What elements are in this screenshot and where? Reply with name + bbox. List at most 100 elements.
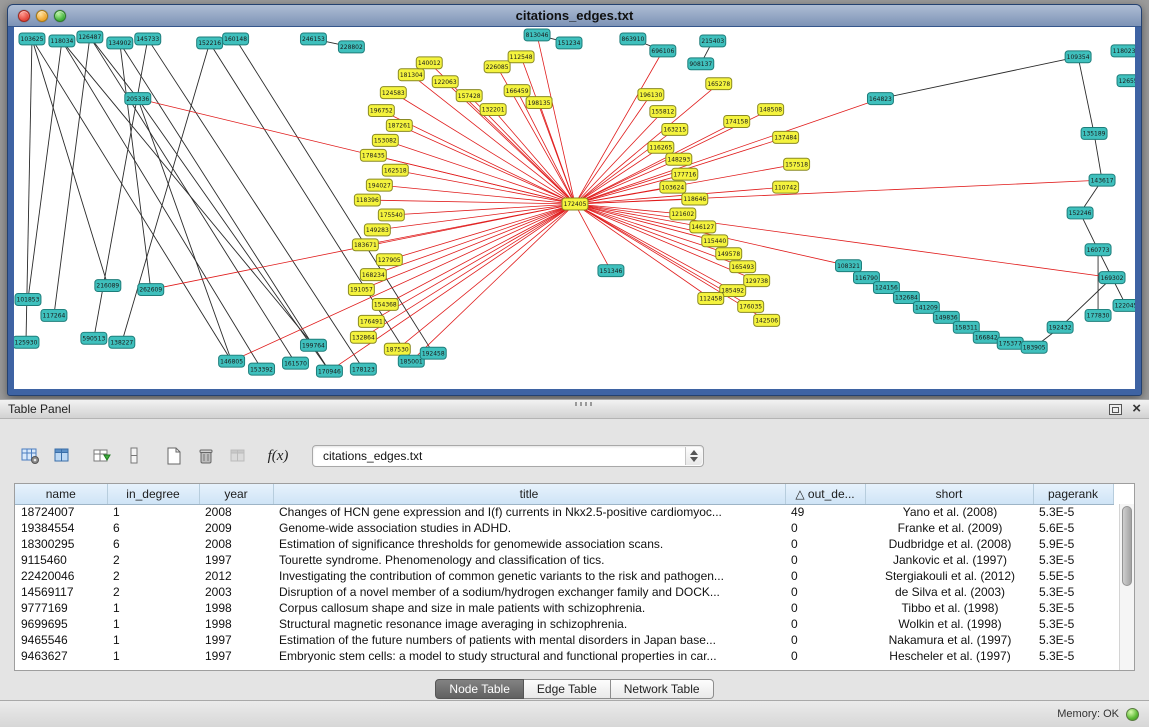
network-node[interactable]: 161570 [283, 357, 309, 369]
network-node[interactable]: 148508 [758, 104, 784, 116]
network-node[interactable]: 151346 [598, 265, 624, 277]
network-node[interactable]: 813046 [524, 29, 550, 41]
network-node[interactable]: 115440 [702, 235, 728, 247]
window-zoom-button[interactable] [54, 10, 66, 22]
table-row[interactable]: 946554611997Estimation of the future num… [15, 632, 1113, 648]
network-node[interactable]: 228802 [338, 41, 364, 53]
network-node[interactable]: 183905 [1021, 341, 1047, 353]
network-node[interactable]: 162518 [382, 164, 408, 176]
network-node[interactable]: 146805 [219, 355, 245, 367]
network-node[interactable]: 175540 [378, 209, 404, 221]
table-row[interactable]: 946362711997Embryonic stem cells: a mode… [15, 648, 1113, 664]
network-node[interactable]: 153392 [249, 363, 275, 375]
table-row[interactable]: 977716911998Corpus callosum shape and si… [15, 600, 1113, 616]
network-node[interactable]: 153082 [372, 134, 398, 146]
network-node[interactable]: 191057 [348, 284, 374, 296]
network-node[interactable]: 118034 [49, 35, 75, 47]
panel-divider-handle[interactable] [575, 402, 593, 406]
network-node[interactable]: 178123 [350, 363, 376, 375]
tab-edge-table[interactable]: Edge Table [524, 679, 611, 699]
network-node[interactable]: 176035 [738, 300, 764, 312]
network-node[interactable]: 149578 [716, 248, 742, 260]
network-node[interactable]: 157428 [456, 90, 482, 102]
network-node[interactable]: 149283 [364, 224, 390, 236]
network-node[interactable]: 137484 [773, 131, 799, 143]
network-node[interactable]: 163215 [662, 123, 688, 135]
edit-table-icon[interactable] [88, 443, 116, 469]
table-row[interactable]: 1830029562008Estimation of significance … [15, 536, 1113, 552]
table-settings-icon[interactable] [16, 443, 44, 469]
column-header-out_de[interactable]: △ out_de... [785, 484, 865, 504]
network-node[interactable]: 908137 [688, 58, 714, 70]
row-height-icon[interactable] [120, 443, 148, 469]
network-node[interactable]: 116265 [648, 141, 674, 153]
network-node[interactable]: 166842 [973, 331, 999, 343]
close-panel-icon[interactable]: × [1132, 402, 1141, 416]
network-node[interactable]: 138227 [109, 336, 135, 348]
network-window-titlebar[interactable]: citations_edges.txt [8, 5, 1141, 27]
new-table-icon[interactable] [160, 443, 188, 469]
tab-node-table[interactable]: Node Table [435, 679, 524, 699]
network-canvas-svg[interactable]: 1724051813041245831967521872611530821784… [14, 27, 1135, 389]
network-node[interactable]: 170946 [316, 365, 342, 377]
network-node[interactable]: 118646 [682, 193, 708, 205]
network-node[interactable]: 863910 [620, 33, 646, 45]
function-builder-icon[interactable]: f(x) [264, 443, 292, 469]
network-node[interactable]: 199764 [300, 339, 326, 351]
network-node[interactable]: 157518 [784, 158, 810, 170]
table-row[interactable]: 1938455462009Genome-wide association stu… [15, 520, 1113, 536]
table-row[interactable]: 911546021997Tourette syndrome. Phenomeno… [15, 552, 1113, 568]
column-header-title[interactable]: title [273, 484, 785, 504]
network-node[interactable]: 177716 [672, 168, 698, 180]
network-node[interactable]: 152216 [197, 37, 223, 49]
network-node[interactable]: 151234 [556, 37, 582, 49]
network-node[interactable]: 166459 [504, 85, 530, 97]
tab-network-table[interactable]: Network Table [611, 679, 714, 699]
network-node[interactable]: 121602 [670, 208, 696, 220]
network-node[interactable]: 143617 [1089, 174, 1115, 186]
network-node[interactable]: 177830 [1085, 309, 1111, 321]
network-node[interactable]: 146127 [690, 221, 716, 233]
network-node[interactable]: 154368 [372, 299, 398, 311]
table-row[interactable]: 969969511998Structural magnetic resonanc… [15, 616, 1113, 632]
network-window[interactable]: citations_edges.txt 17240518130412458319… [7, 4, 1142, 396]
window-close-button[interactable] [18, 10, 30, 22]
window-minimize-button[interactable] [36, 10, 48, 22]
network-node[interactable]: 160148 [223, 33, 249, 45]
network-node[interactable]: 216089 [95, 280, 121, 292]
network-node[interactable]: 155812 [650, 106, 676, 118]
network-node[interactable]: 122045 [1113, 299, 1135, 311]
network-node[interactable]: 127905 [376, 254, 402, 266]
column-header-in_degree[interactable]: in_degree [107, 484, 199, 504]
network-node[interactable]: 196130 [638, 89, 664, 101]
column-header-name[interactable]: name [15, 484, 107, 504]
network-node[interactable]: 174158 [724, 116, 750, 128]
network-node[interactable]: 103625 [19, 33, 45, 45]
combobox-stepper-icon[interactable] [685, 447, 702, 465]
network-node[interactable]: 134902 [107, 37, 133, 49]
network-node[interactable]: 160773 [1085, 244, 1111, 256]
network-node[interactable]: 590513 [81, 332, 107, 344]
network-node[interactable]: 205336 [125, 93, 151, 105]
network-node[interactable]: 112548 [508, 51, 534, 63]
network-node[interactable]: 196752 [368, 105, 394, 117]
network-node[interactable]: 194027 [366, 179, 392, 191]
network-node[interactable]: 101853 [15, 294, 41, 306]
network-node[interactable]: 176491 [358, 315, 384, 327]
network-node[interactable]: 178435 [360, 149, 386, 161]
network-node[interactable]: 696106 [650, 45, 676, 57]
network-node[interactable]: 112458 [698, 293, 724, 305]
network-node[interactable]: 187530 [384, 343, 410, 355]
table-scrollbar[interactable] [1119, 504, 1134, 670]
import-table-icon[interactable] [224, 443, 252, 469]
network-node[interactable]: 142506 [754, 314, 780, 326]
network-node[interactable]: 122063 [432, 76, 458, 88]
float-panel-icon[interactable] [1109, 404, 1122, 415]
network-node[interactable]: 192458 [420, 347, 446, 359]
network-node[interactable]: 169302 [1099, 272, 1125, 284]
network-node[interactable]: 129738 [744, 275, 770, 287]
network-node[interactable]: 168234 [360, 269, 386, 281]
network-node[interactable]: 125930 [14, 336, 39, 348]
network-node[interactable]: 118396 [354, 194, 380, 206]
table-row[interactable]: 1872400712008Changes of HCN gene express… [15, 504, 1113, 520]
